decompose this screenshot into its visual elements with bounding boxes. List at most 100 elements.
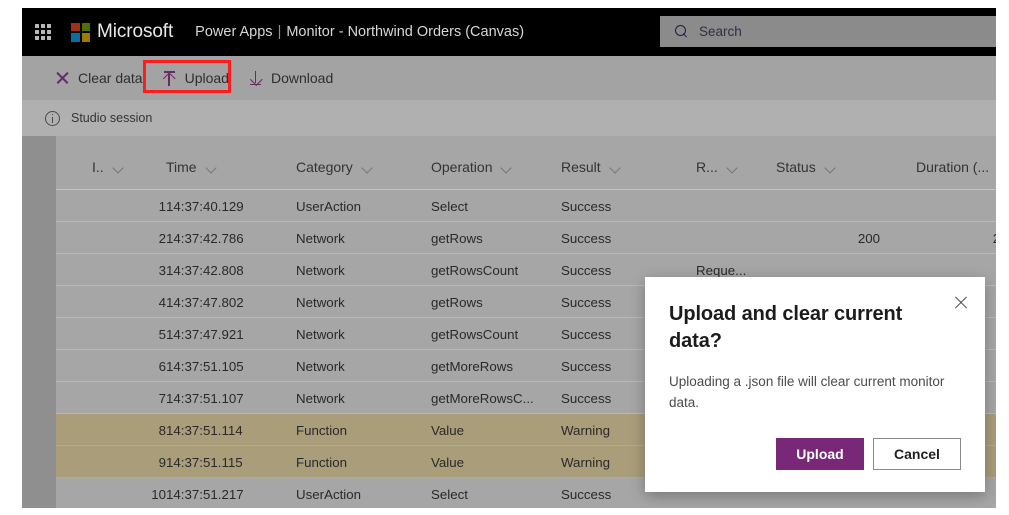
- cell-operation: getRows: [431, 230, 483, 246]
- cell-operation: getMoreRows: [431, 358, 514, 374]
- cell-time: 14:37:51.217: [166, 486, 244, 502]
- download-arrow-icon: [249, 70, 262, 86]
- cell-category: Network: [296, 262, 345, 278]
- column-header-result[interactable]: Result: [561, 159, 620, 175]
- clear-data-label: Clear data: [78, 70, 143, 86]
- cell-operation: getRows: [431, 294, 483, 310]
- cell-id: 6: [158, 358, 166, 374]
- close-icon: [55, 71, 69, 85]
- cell-id: 5: [158, 326, 166, 342]
- cell-time: 14:37:47.802: [166, 294, 244, 310]
- app-launcher-waffle-icon[interactable]: [35, 24, 51, 40]
- column-header-label: Status: [776, 159, 816, 175]
- cell-id: 3: [158, 262, 166, 278]
- chevron-down-icon[interactable]: [362, 164, 372, 170]
- cell-status: [776, 190, 880, 222]
- chevron-down-icon[interactable]: [113, 164, 123, 170]
- search-input[interactable]: Search: [660, 16, 996, 47]
- command-bar: Clear data Upload Download: [22, 56, 996, 100]
- column-header-duration[interactable]: Duration (...: [916, 159, 996, 175]
- cell-time: 14:37:51.105: [166, 358, 244, 374]
- title-separator: |: [277, 24, 282, 40]
- cell-operation: getMoreRowsC...: [431, 390, 534, 406]
- download-label: Download: [270, 70, 334, 86]
- column-header-status[interactable]: Status: [776, 159, 835, 175]
- dialog-body-text: Uploading a .json file will clear curren…: [669, 374, 945, 411]
- cell-category: Network: [296, 390, 345, 406]
- product-name-label: Power Apps: [195, 24, 273, 40]
- column-header-label: Operation: [431, 159, 493, 175]
- cell-id: 1: [158, 198, 166, 214]
- dialog-title: Upload and clear current data?: [669, 303, 903, 352]
- column-header-id[interactable]: I..: [92, 159, 123, 175]
- top-navigation-bar: Microsoft Power Apps | Monitor - Northwind…: [22, 8, 996, 56]
- upload-confirm-dialog: Upload and clear current data? Uploading…: [645, 277, 985, 492]
- cell-operation: Value: [431, 454, 465, 470]
- cell-category: Network: [296, 358, 345, 374]
- table-row[interactable]: 1 14:37:40.129 UserAction Select Success: [56, 190, 996, 222]
- column-header-label: Duration (...: [916, 159, 990, 175]
- session-bar: Studio session: [22, 100, 996, 136]
- dialog-upload-button[interactable]: Upload: [776, 438, 864, 470]
- close-icon[interactable]: [953, 295, 969, 311]
- cell-category: Function: [296, 422, 347, 438]
- table-header-row: I.. Time Category Operation Result R... Status…: [56, 136, 996, 190]
- chevron-down-icon[interactable]: [206, 164, 216, 170]
- cell-operation: getRowsCount: [431, 326, 519, 342]
- cell-result: Success: [561, 198, 612, 214]
- cell-category: UserAction: [296, 486, 362, 502]
- monitor-title-label: Monitor - Northwind Orders (Canvas): [286, 24, 525, 40]
- column-header-r[interactable]: R...: [696, 159, 737, 175]
- column-header-label: I..: [92, 159, 104, 175]
- column-header-label: Result: [561, 159, 601, 175]
- cell-category: Network: [296, 230, 345, 246]
- column-header-label: Time: [166, 159, 197, 175]
- cell-time: 14:37:42.808: [166, 262, 244, 278]
- dialog-cancel-button[interactable]: Cancel: [873, 438, 961, 470]
- chevron-down-icon[interactable]: [501, 164, 511, 170]
- cell-time: 14:37:42.786: [166, 230, 244, 246]
- cell-id: 10: [151, 486, 166, 502]
- cell-category: Network: [296, 294, 345, 310]
- download-button[interactable]: Download: [239, 63, 343, 93]
- upload-button[interactable]: Upload: [153, 63, 239, 93]
- cell-time: 14:37:51.107: [166, 390, 244, 406]
- cell-time: 14:37:40.129: [166, 198, 244, 214]
- cell-id: 4: [158, 294, 166, 310]
- cell-id: 7: [158, 390, 166, 406]
- cell-operation: Select: [431, 198, 468, 214]
- cell-category: UserAction: [296, 198, 362, 214]
- chevron-down-icon[interactable]: [727, 164, 737, 170]
- cell-time: 14:37:51.115: [166, 454, 243, 470]
- microsoft-brand-label: Microsoft: [97, 21, 174, 42]
- cell-time: 14:37:51.114: [166, 422, 243, 438]
- microsoft-logo-icon: [71, 22, 90, 42]
- table-gutter: [22, 136, 56, 508]
- cell-category: Network: [296, 326, 345, 342]
- cell-r: [696, 190, 776, 222]
- cell-id: 8: [158, 422, 166, 438]
- cell-id: 2: [158, 230, 166, 246]
- chevron-down-icon[interactable]: [825, 164, 835, 170]
- upload-label: Upload: [184, 70, 229, 86]
- session-label: Studio session: [71, 111, 153, 125]
- cell-id: 9: [158, 454, 166, 470]
- table-row[interactable]: 214:37:42.786 Network getRows Success 200 2,6…: [56, 222, 996, 254]
- cell-operation: Select: [431, 486, 468, 502]
- cell-duration: 2,625: [916, 222, 996, 254]
- cell-operation: getRowsCount: [431, 262, 519, 278]
- cell-time: 14:37:47.921: [166, 326, 244, 342]
- clear-data-button[interactable]: Clear data: [45, 63, 153, 93]
- dialog-actions: Upload Cancel: [776, 438, 961, 470]
- column-header-label: Category: [296, 159, 353, 175]
- column-header-time[interactable]: Time: [166, 159, 216, 175]
- power-apps-monitor-window: Microsoft Power Apps | Monitor - Northwind…: [22, 8, 996, 508]
- column-header-category[interactable]: Category: [296, 159, 372, 175]
- cell-category: Function: [296, 454, 347, 470]
- column-header-operation[interactable]: Operation: [431, 159, 511, 175]
- chevron-down-icon[interactable]: [610, 164, 620, 170]
- search-icon: [675, 24, 689, 39]
- cell-r: [696, 222, 776, 254]
- info-icon: [45, 110, 60, 126]
- cell-result: Success: [561, 230, 612, 246]
